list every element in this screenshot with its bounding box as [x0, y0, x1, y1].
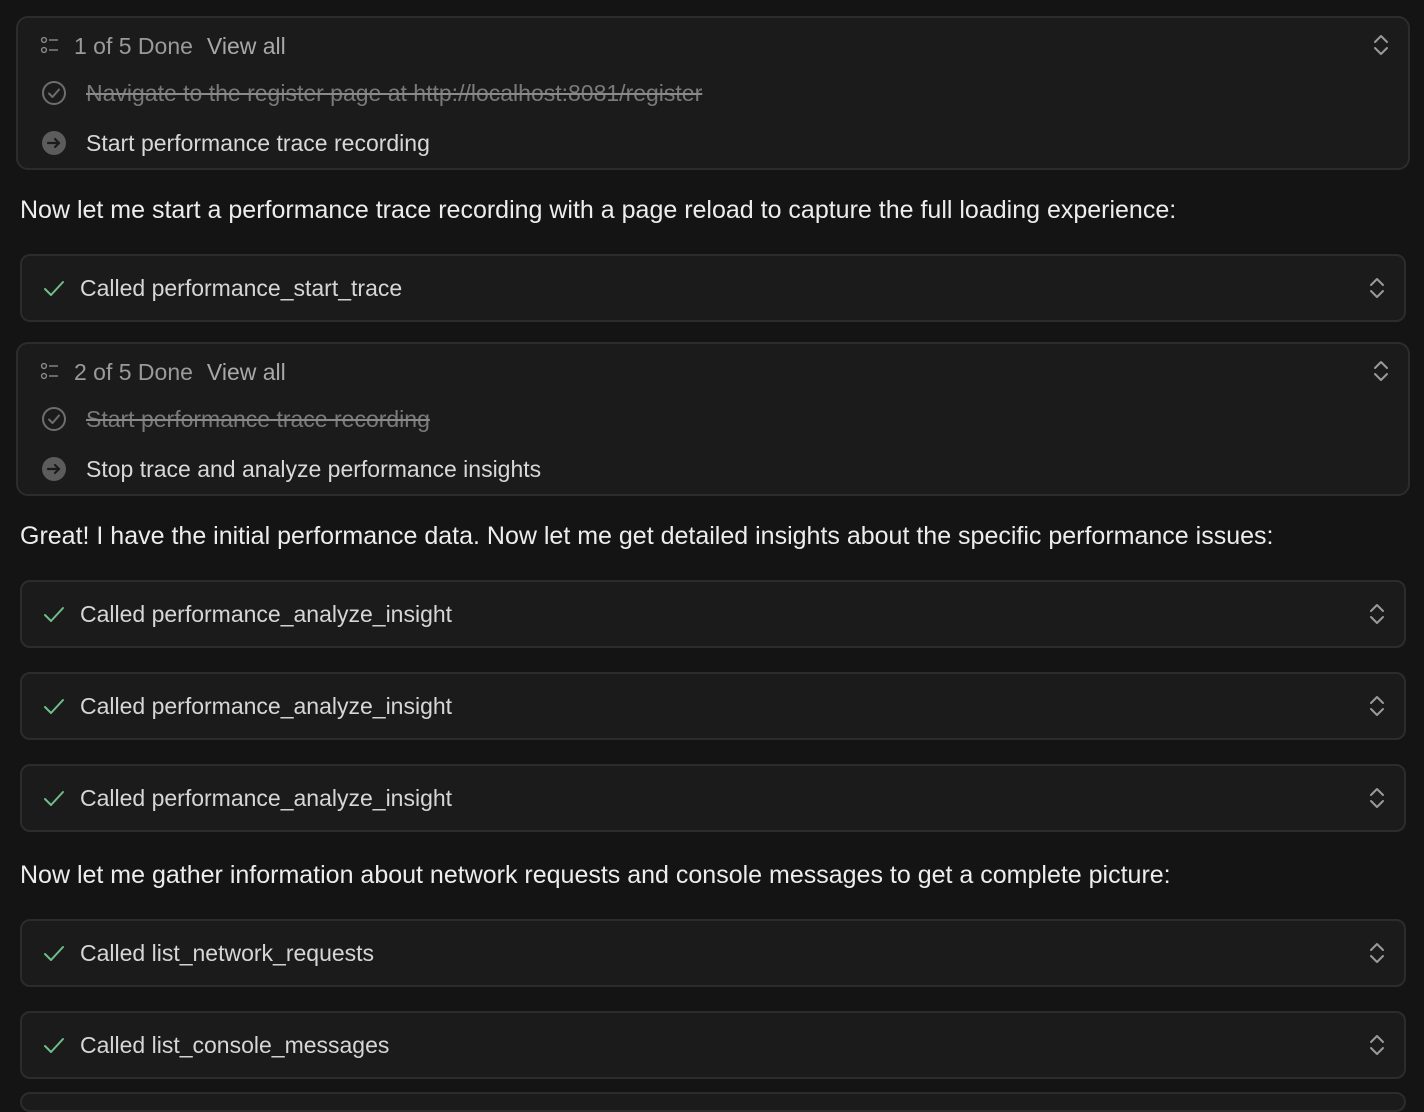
view-all-link[interactable]: View all: [207, 359, 286, 386]
tool-call-row[interactable]: Called list_network_requests: [20, 919, 1406, 987]
assistant-message: Great! I have the initial performance da…: [20, 522, 1274, 550]
todo-item: Start performance trace recording: [40, 404, 430, 434]
tool-call-label: Called list_network_requests: [80, 939, 375, 966]
chevron-up-down-icon[interactable]: [1368, 693, 1386, 719]
check-icon: [44, 699, 64, 714]
chevron-up-down-icon[interactable]: [1368, 785, 1386, 811]
chevron-up-down-icon[interactable]: [1372, 32, 1390, 58]
chevron-up-down-icon[interactable]: [1368, 601, 1386, 627]
todo-item-text: Start performance trace recording: [86, 405, 430, 432]
tool-call-label: Called performance_analyze_insight: [80, 784, 453, 811]
tool-call-label: Called performance_start_trace: [80, 274, 403, 301]
todo-panel-2: 2 of 5 Done View all Start performance t…: [16, 342, 1410, 496]
circle-check-icon: [42, 81, 66, 105]
circle-arrow-right-icon: [42, 131, 66, 155]
checklist-icon: [40, 362, 58, 380]
chevron-up-down-icon[interactable]: [1368, 1032, 1386, 1058]
tool-call-label: Called performance_analyze_insight: [80, 692, 453, 719]
check-icon: [44, 607, 64, 622]
tool-call-row[interactable]: Called performance_start_trace: [20, 254, 1406, 322]
todo-progress: 1 of 5 Done: [74, 32, 193, 59]
view-all-link[interactable]: View all: [207, 33, 286, 60]
chevron-up-down-icon[interactable]: [1368, 940, 1386, 966]
checklist-icon: [40, 36, 58, 54]
todo-header: 1 of 5 Done View all: [40, 32, 286, 60]
assistant-message: Now let me gather information about netw…: [20, 861, 1171, 889]
todo-item: Stop trace and analyze performance insig…: [40, 454, 541, 484]
tool-call-row[interactable]: Called performance_analyze_insight: [20, 764, 1406, 832]
circle-check-icon: [42, 407, 66, 431]
chevron-up-down-icon[interactable]: [1368, 275, 1386, 301]
check-icon: [44, 791, 64, 806]
todo-item-text: Stop trace and analyze performance insig…: [86, 455, 542, 482]
tool-call-row[interactable]: Called performance_analyze_insight: [20, 580, 1406, 648]
todo-item: Navigate to the register page at http://…: [40, 78, 702, 108]
circle-arrow-right-icon: [42, 457, 66, 481]
assistant-message: Now let me start a performance trace rec…: [20, 196, 1177, 224]
todo-item-text: Start performance trace recording: [86, 129, 430, 156]
tool-call-row[interactable]: Called list_console_messages: [20, 1011, 1406, 1079]
todo-progress: 2 of 5 Done: [74, 358, 193, 385]
check-icon: [44, 281, 64, 296]
tool-call-label: Called list_console_messages: [80, 1031, 390, 1058]
todo-item: Start performance trace recording: [40, 128, 430, 158]
tool-call-label: Called performance_analyze_insight: [80, 600, 453, 627]
todo-panel-1: 1 of 5 Done View all Navigate to the reg…: [16, 16, 1410, 170]
check-icon: [44, 1038, 64, 1053]
chevron-up-down-icon[interactable]: [1372, 358, 1390, 384]
todo-item-text: Navigate to the register page at http://…: [86, 79, 703, 106]
tool-call-row[interactable]: Called performance_analyze_insight: [20, 672, 1406, 740]
check-icon: [44, 946, 64, 961]
next-panel-edge: [20, 1092, 1406, 1112]
todo-header: 2 of 5 Done View all: [40, 358, 286, 386]
